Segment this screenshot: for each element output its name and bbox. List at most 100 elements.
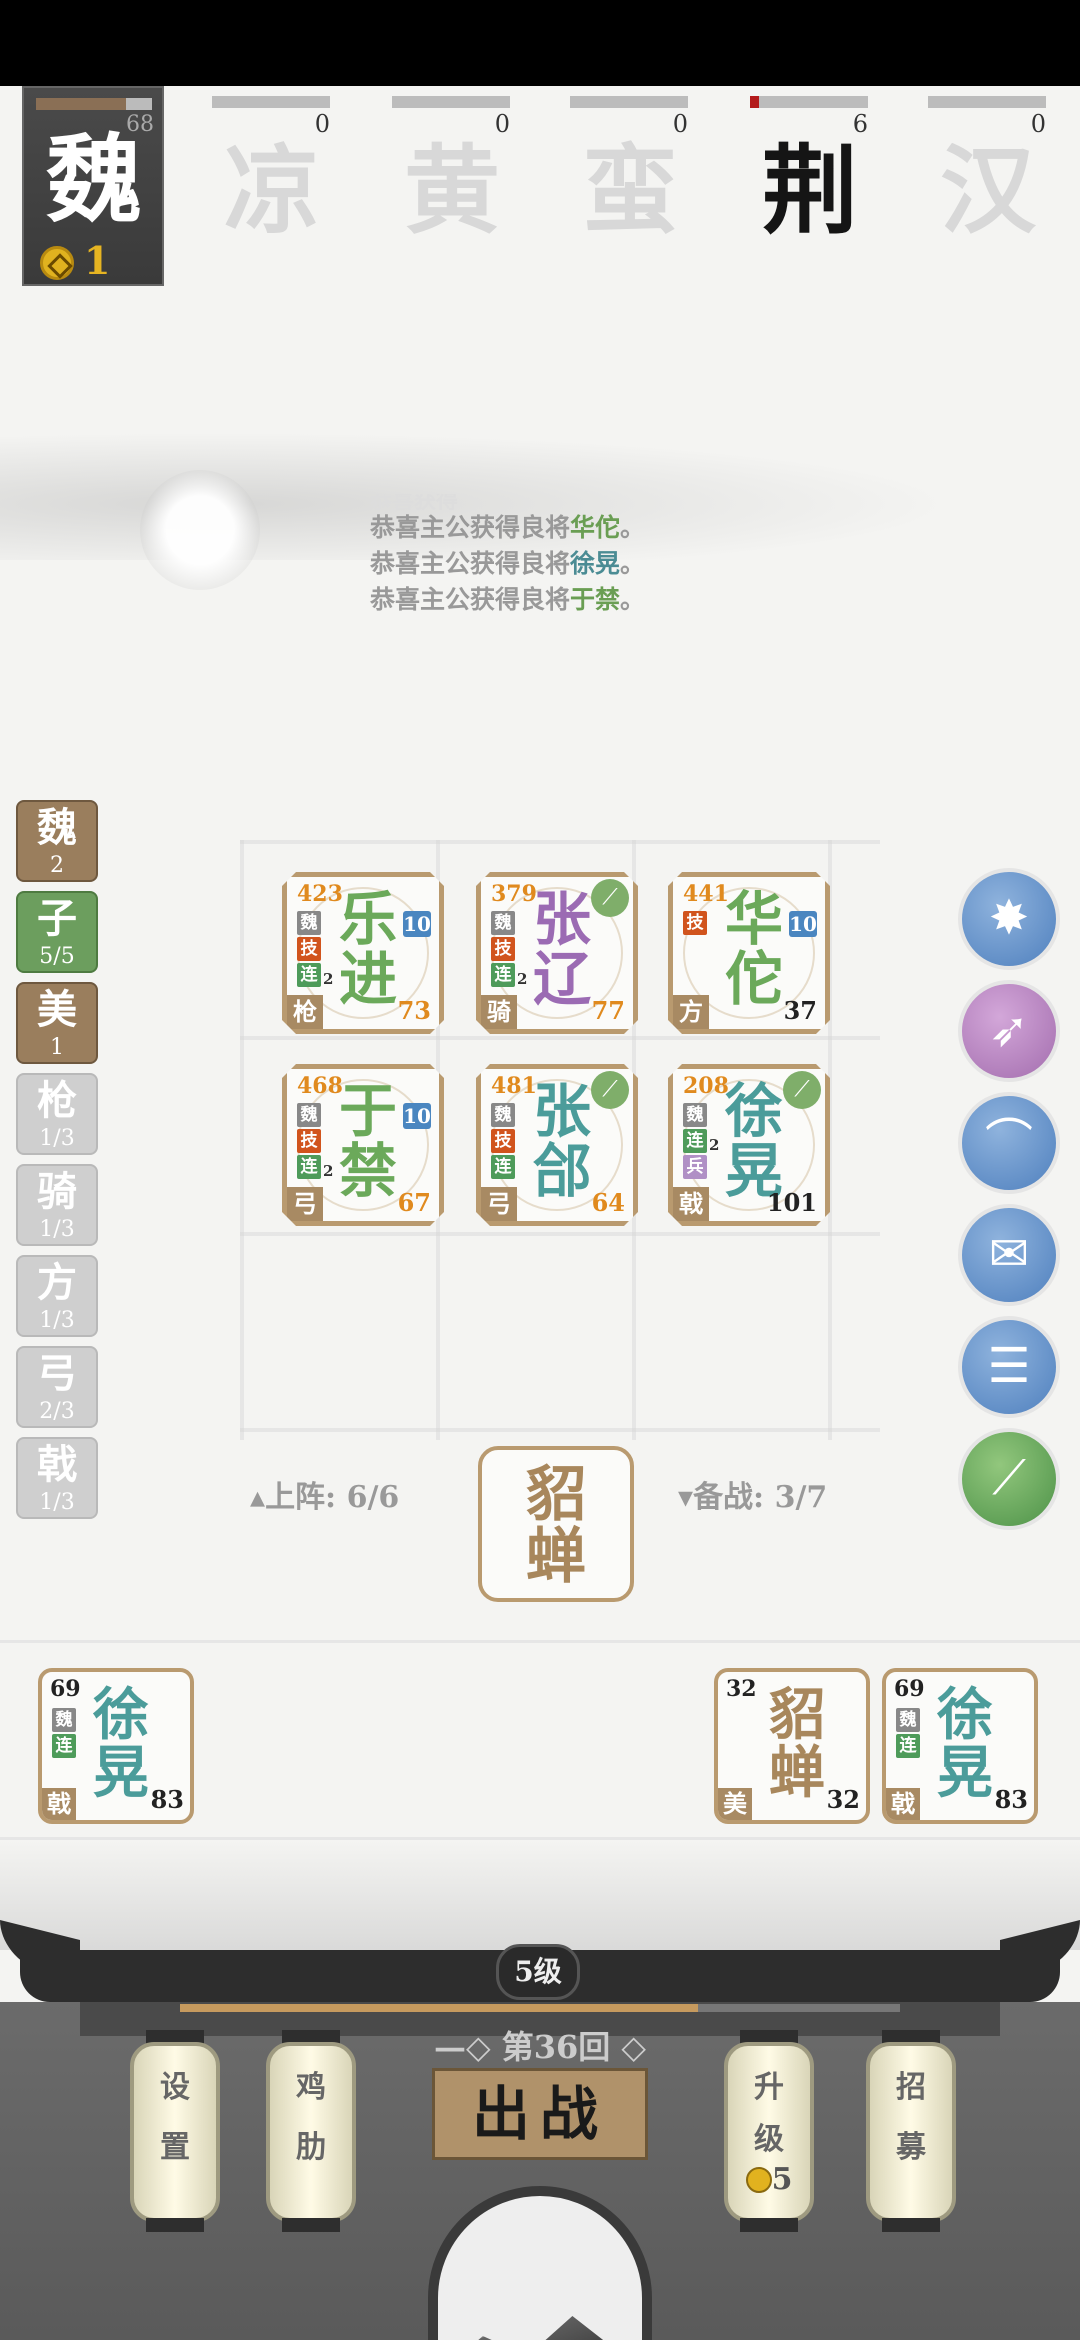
filter-label: 子: [37, 895, 77, 942]
upgrade-button[interactable]: 升 级 5: [724, 2042, 814, 2222]
hero-weapon-type: 弓: [481, 1187, 517, 1221]
filter-tab-6[interactable]: 弓 2/3: [16, 1346, 98, 1428]
recruit-label-1: 招: [896, 2070, 926, 2105]
filter-label: 美: [37, 986, 77, 1033]
message-hero-name: 华佗: [570, 513, 621, 542]
message-log: 恭喜获得 恭喜主公获得良将华佗。 恭喜主公获得良将徐晃。 恭喜主公获得良将于禁。: [370, 494, 870, 618]
filter-count: 2: [50, 853, 64, 878]
hero-name: 徐晃: [93, 1682, 149, 1806]
settings-label-1: 设: [160, 2070, 190, 2105]
message-line: 恭喜主公获得良将徐晃。: [370, 549, 646, 578]
crossbow-icon[interactable]: ➶: [958, 980, 1060, 1082]
fight-button[interactable]: 出战: [432, 2068, 648, 2160]
filter-tab-7[interactable]: 戟 1/3: [16, 1437, 98, 1519]
filter-count: 1/3: [39, 1308, 75, 1333]
reserve-counter: ▾备战: 3/7: [678, 1480, 828, 1515]
ink-sun: [140, 470, 260, 590]
hero-weapon-type: 戟: [673, 1187, 709, 1221]
filter-label: 戟: [37, 1441, 77, 1488]
hero-name: 华佗: [724, 885, 783, 1013]
hero-tags: 魏连: [896, 1708, 924, 1760]
burst-icon[interactable]: ✸: [958, 868, 1060, 970]
filter-tab-2[interactable]: 美1: [16, 982, 98, 1064]
bow-icon[interactable]: ⌒: [958, 1092, 1060, 1194]
hero-hp: 67: [397, 1188, 431, 1217]
trait-tag: 连2: [297, 1155, 321, 1179]
board-hero-card[interactable]: 423 魏技连 2 乐进 10 73 枪: [282, 872, 444, 1034]
scroll-letter-icon[interactable]: ✉: [958, 1204, 1060, 1306]
hero-attack: 32: [726, 1676, 757, 1702]
faction-4[interactable]: 0汉: [928, 96, 1048, 256]
hero-hp: 83: [150, 1785, 184, 1814]
faction-char: 蛮: [582, 134, 678, 247]
hero-weapon-type: 美: [718, 1788, 752, 1820]
filter-tab-3[interactable]: 枪 1/3: [16, 1073, 98, 1155]
hero-tags: 魏连: [52, 1708, 80, 1760]
trait-tag: 技: [297, 937, 321, 961]
trait-tag: 魏: [297, 911, 321, 935]
lantern-base: [146, 2218, 204, 2232]
hero-tags: 技: [683, 911, 713, 937]
message-hero-name: 徐晃: [570, 549, 621, 578]
trait-tag: 技: [491, 1129, 515, 1153]
trait-tag: 连: [491, 1155, 515, 1179]
faction-2[interactable]: 0蛮: [570, 96, 690, 256]
trait-tag: 魏: [491, 911, 515, 935]
settings-button[interactable]: 设 置: [130, 2042, 220, 2222]
board-hero-card[interactable]: 481 魏技连张郃 ⟋ 64 弓: [476, 1064, 638, 1226]
hero-hp: 73: [397, 996, 431, 1025]
filter-tab-1[interactable]: 子 5/5: [16, 891, 98, 973]
message-line: 恭喜主公获得良将华佗。: [370, 513, 646, 542]
hero-weapon-type: 弓: [287, 1187, 323, 1221]
board-hero-card[interactable]: 379 魏技连 2 张辽 ⟋ 77 骑: [476, 872, 638, 1034]
hero-tags: 魏连2兵: [683, 1103, 713, 1181]
bench-hero-card[interactable]: 69 魏连徐晃 83 戟: [38, 1668, 194, 1824]
filter-count: 5/5: [39, 944, 75, 969]
trait-tag: 连2: [297, 963, 321, 987]
own-hp-bar: [36, 98, 152, 110]
filter-tab-5[interactable]: 方 1/3: [16, 1255, 98, 1337]
bench-hero-card[interactable]: 69 魏连徐晃 83 戟: [882, 1668, 1038, 1824]
upgrade-label-1: 升: [754, 2070, 784, 2105]
faction-1[interactable]: 0黄: [392, 96, 512, 256]
hero-name: 徐晃: [724, 1077, 783, 1205]
center-hero-name-2: 蝉: [526, 1522, 586, 1592]
chicken-label-1: 鸡: [296, 2070, 326, 2105]
hero-hp: 37: [783, 996, 817, 1025]
hero-attack: 69: [50, 1676, 81, 1702]
filter-count: 2/3: [39, 1399, 75, 1424]
recruit-button[interactable]: 招 募: [866, 2042, 956, 2222]
filter-tab-0[interactable]: 魏2: [16, 800, 98, 882]
own-faction-panel[interactable]: 68 魏 1: [22, 86, 164, 286]
hero-level: 10: [403, 1104, 431, 1128]
faction-hp-bar: [392, 96, 510, 108]
filter-count: 1: [50, 1035, 64, 1060]
equip-badge-icon: ⟋: [591, 879, 629, 917]
hero-weapon-type: 戟: [886, 1788, 920, 1820]
spear-icon[interactable]: ⟋: [958, 1428, 1060, 1530]
deploy-counter: ▴上阵: 6/6: [250, 1480, 400, 1515]
faction-3[interactable]: 6荆: [750, 96, 870, 256]
bench-hero-card[interactable]: 32 貂蝉 32 美: [714, 1668, 870, 1824]
filter-label: 骑: [37, 1168, 77, 1215]
board-hero-card[interactable]: 208 魏连 2 兵徐晃 ⟋ 101 戟: [668, 1064, 830, 1226]
center-hero-card[interactable]: 貂 蝉: [478, 1446, 634, 1602]
level-badge: 5级: [496, 1944, 580, 2000]
faction-hp-bar: [570, 96, 688, 108]
filter-label: 方: [37, 1259, 77, 1306]
trait-tag: 连: [52, 1734, 76, 1758]
hero-name: 徐晃: [937, 1682, 993, 1806]
filter-tab-4[interactable]: 骑 1/3: [16, 1164, 98, 1246]
equip-badge-icon: ⟋: [591, 1071, 629, 1109]
faction-0[interactable]: 0凉: [212, 96, 332, 256]
recruit-label-2: 募: [896, 2130, 926, 2165]
scroll-icon[interactable]: ☰: [958, 1316, 1060, 1418]
hero-level: 10: [789, 912, 817, 936]
board-hero-card[interactable]: 441 技华佗 10 37 方: [668, 872, 830, 1034]
filter-label: 弓: [37, 1350, 77, 1397]
hero-tags: 魏技连2: [297, 1103, 327, 1181]
chicken-rib-button[interactable]: 鸡 肋: [266, 2042, 356, 2222]
hero-weapon-type: 骑: [481, 995, 517, 1029]
board-hero-card[interactable]: 468 魏技连 2 于禁 10 67 弓: [282, 1064, 444, 1226]
hero-weapon-type: 戟: [42, 1788, 76, 1820]
